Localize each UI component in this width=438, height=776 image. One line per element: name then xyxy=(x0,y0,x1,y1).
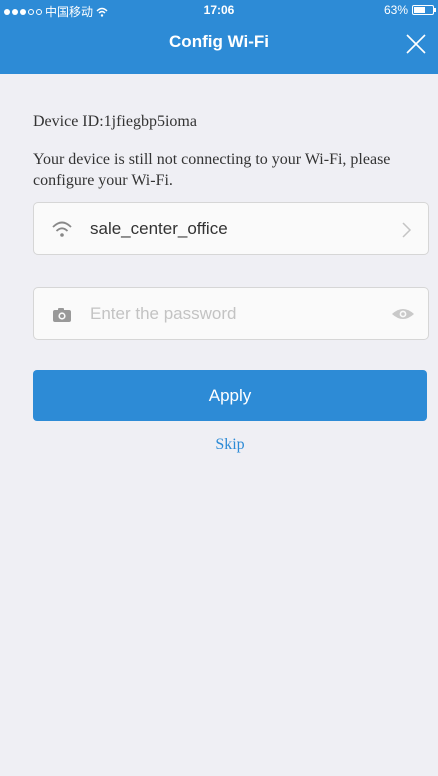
apply-button[interactable]: Apply xyxy=(33,370,427,421)
status-right: 63% xyxy=(383,3,436,17)
battery-icon xyxy=(412,5,436,15)
page-title: Config Wi-Fi xyxy=(169,32,269,51)
device-id-text: Device ID:1jfiegbp5ioma xyxy=(33,113,197,130)
battery-level xyxy=(414,7,426,13)
skip-link[interactable]: Skip xyxy=(0,436,438,454)
close-button[interactable] xyxy=(404,32,428,56)
camera-icon xyxy=(53,308,71,322)
chevron-right-icon xyxy=(402,222,412,238)
status-time: 17:06 xyxy=(203,3,235,17)
wifi-network-selector[interactable]: sale_center_office xyxy=(33,202,429,255)
wifi-icon xyxy=(52,221,72,237)
password-field-card xyxy=(33,287,429,340)
eye-icon[interactable] xyxy=(391,306,415,322)
password-input[interactable] xyxy=(90,300,370,328)
connection-message: Your device is still not connecting to y… xyxy=(33,151,391,189)
battery-percent: 63% xyxy=(383,3,408,17)
status-bar: 中国移动 17:06 63% xyxy=(0,0,438,20)
wifi-ssid: sale_center_office xyxy=(90,219,228,238)
top-bar: 中国移动 17:06 63% Config Wi-Fi xyxy=(0,0,438,74)
close-icon xyxy=(406,34,426,54)
